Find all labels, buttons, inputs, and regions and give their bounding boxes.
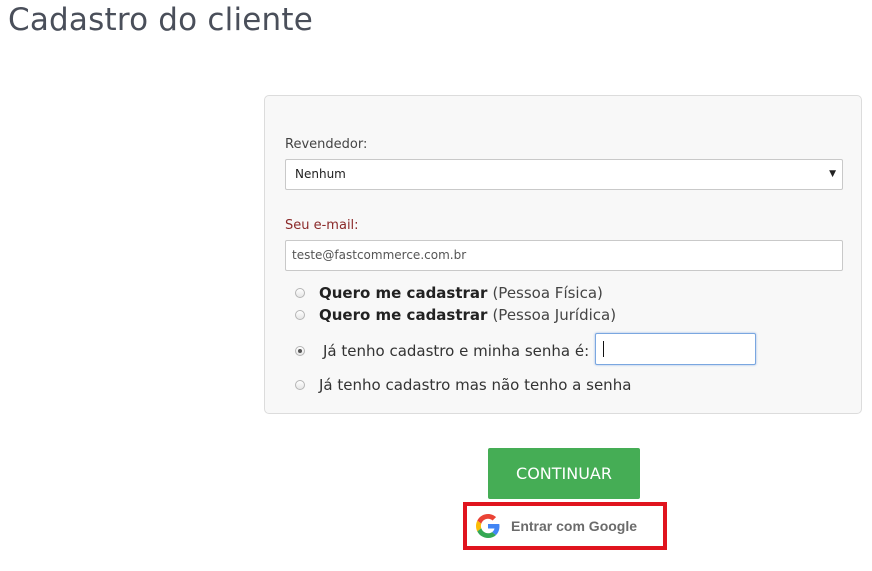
google-signin-label: Entrar com Google [511, 518, 638, 534]
google-signin-button[interactable]: Entrar com Google [471, 508, 661, 544]
option-have-password-label: Já tenho cadastro e minha senha é: [323, 342, 590, 360]
option-register-company-label: Quero me cadastrar [319, 306, 488, 324]
option-have-password[interactable]: Já tenho cadastro e minha senha é: [295, 340, 589, 362]
page-title: Cadastro do cliente [8, 2, 314, 38]
option-register-individual-label: Quero me cadastrar [319, 284, 488, 302]
email-label: Seu e-mail: [285, 218, 359, 233]
option-no-password[interactable]: Já tenho cadastro mas não tenho a senha [295, 374, 631, 396]
option-register-company[interactable]: Quero me cadastrar (Pessoa Jurídica) [295, 304, 616, 326]
caret-down-icon: ▼ [829, 169, 836, 179]
reseller-label: Revendedor: [285, 137, 368, 152]
continue-button[interactable]: CONTINUAR [488, 448, 640, 499]
reseller-select[interactable]: Nenhum ▼ [285, 159, 843, 190]
option-register-individual-type: (Pessoa Física) [492, 284, 603, 302]
google-g-icon [476, 514, 500, 538]
registration-panel: Revendedor: Nenhum ▼ Seu e-mail: teste@f… [264, 95, 862, 414]
option-register-company-type: (Pessoa Jurídica) [492, 306, 617, 324]
radio-register-company[interactable] [295, 310, 305, 320]
text-caret [603, 341, 604, 357]
password-input[interactable] [595, 333, 756, 365]
radio-have-password[interactable] [295, 346, 305, 356]
reseller-select-value: Nenhum [295, 167, 346, 181]
radio-register-individual[interactable] [295, 288, 305, 298]
email-input[interactable]: teste@fastcommerce.com.br [285, 240, 843, 271]
option-no-password-label: Já tenho cadastro mas não tenho a senha [319, 376, 632, 394]
radio-no-password[interactable] [295, 380, 305, 390]
option-register-individual[interactable]: Quero me cadastrar (Pessoa Física) [295, 282, 603, 304]
